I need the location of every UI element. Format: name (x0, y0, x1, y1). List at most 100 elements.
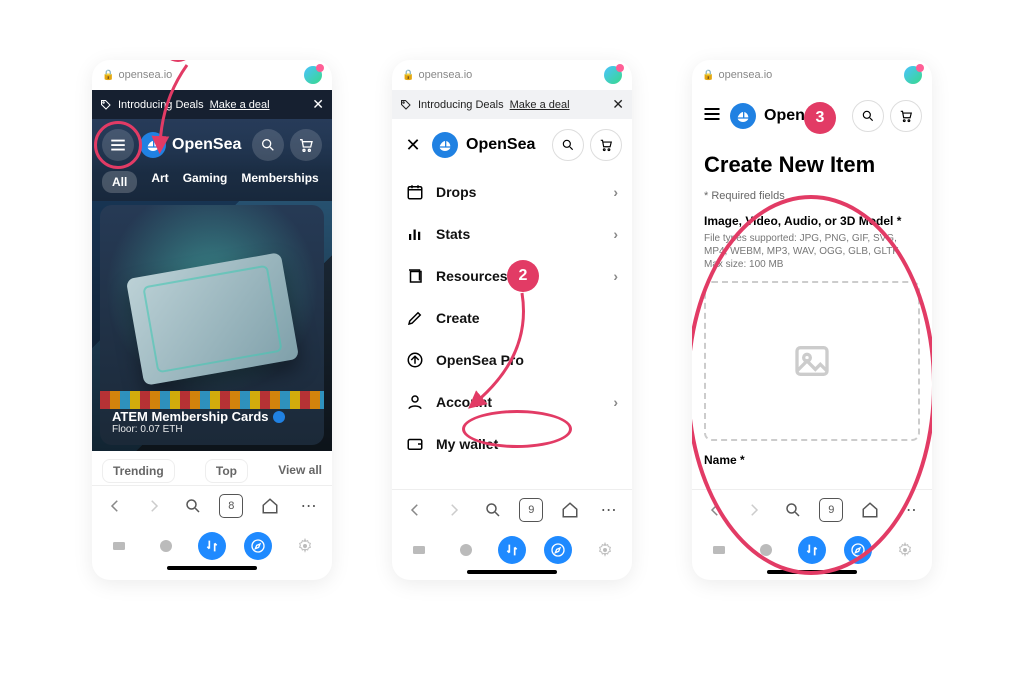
close-icon[interactable]: ✕ (312, 96, 324, 113)
create-item-form: Create New Item * Required fields Image,… (692, 142, 932, 471)
browser-tabs-button[interactable]: 9 (519, 498, 543, 522)
tag-icon (400, 99, 412, 111)
browser-search-button[interactable] (181, 494, 205, 518)
dock-settings-icon[interactable] (291, 532, 319, 560)
browser-home-button[interactable] (258, 494, 282, 518)
phone-screen-2: 🔒 opensea.io Introducing Deals Make a de… (392, 60, 632, 580)
tab-trending[interactable]: Trending (102, 459, 175, 483)
browser-back-button[interactable] (703, 498, 727, 522)
step-badge-2: 2 (507, 260, 539, 292)
browser-back-button[interactable] (103, 494, 127, 518)
browser-profile-icon[interactable] (904, 66, 922, 84)
browser-home-button[interactable] (558, 498, 582, 522)
hamburger-menu-button[interactable] (702, 104, 722, 129)
make-deal-link[interactable]: Make a deal (210, 99, 270, 111)
dock-settings-icon[interactable] (591, 536, 619, 564)
address-bar: 🔒 opensea.io (92, 60, 332, 90)
bottom-dock (392, 530, 632, 568)
home-indicator (167, 566, 257, 570)
page-title: Create New Item (704, 152, 920, 178)
menu-item-label: Drops (436, 184, 476, 200)
pro-icon (406, 351, 424, 369)
dock-clock-icon[interactable] (752, 536, 780, 564)
hamburger-menu-button[interactable] (102, 129, 134, 161)
opensea-logo-icon (140, 132, 166, 158)
brand-text: Open (764, 107, 805, 125)
dock-explore-icon[interactable] (244, 532, 272, 560)
opensea-logo-icon (432, 132, 458, 158)
close-icon[interactable]: ✕ (612, 96, 624, 113)
tab-memberships[interactable]: Memberships (241, 171, 318, 193)
dock-explore-icon[interactable] (544, 536, 572, 564)
name-field-label: Name * (704, 453, 920, 467)
menu-item-opensea-pro[interactable]: OpenSea Pro (398, 339, 626, 381)
chevron-right-icon: › (613, 184, 618, 200)
chevron-right-icon: › (613, 268, 618, 284)
browser-search-button[interactable] (481, 498, 505, 522)
browser-forward-button[interactable] (442, 498, 466, 522)
chevron-right-icon: › (613, 394, 618, 410)
dock-wallet-icon[interactable] (105, 532, 133, 560)
browser-home-button[interactable] (858, 498, 882, 522)
category-tabs: All Art Gaming Memberships (92, 171, 332, 201)
make-deal-link[interactable]: Make a deal (510, 99, 570, 111)
close-menu-button[interactable]: ✕ (402, 135, 424, 156)
browser-more-button[interactable]: ⋯ (897, 498, 921, 522)
dock-wallet-icon[interactable] (405, 536, 433, 564)
browser-search-button[interactable] (781, 498, 805, 522)
address-bar: 🔒 opensea.io (392, 60, 632, 90)
menu-item-label: OpenSea Pro (436, 352, 524, 368)
menu-item-label: Create (436, 310, 480, 326)
floor-price: Floor: 0.07 ETH (112, 424, 285, 435)
hero-section: ATEM Membership Cards Floor: 0.07 ETH (92, 201, 332, 451)
file-upload-dropzone[interactable] (704, 281, 920, 441)
dock-clock-icon[interactable] (152, 532, 180, 560)
wallet-icon (406, 435, 424, 453)
deals-banner: Introducing Deals Make a deal ✕ (392, 90, 632, 119)
dock-explore-icon[interactable] (844, 536, 872, 564)
search-button[interactable] (852, 100, 884, 132)
featured-collection-card[interactable]: ATEM Membership Cards Floor: 0.07 ETH (100, 205, 324, 445)
calendar-icon (406, 183, 424, 201)
menu-item-account[interactable]: Account › (398, 381, 626, 423)
cart-button[interactable] (290, 129, 322, 161)
dock-swap-icon[interactable] (498, 536, 526, 564)
browser-profile-icon[interactable] (604, 66, 622, 84)
pencil-icon (406, 309, 424, 327)
url-text: opensea.io (718, 69, 772, 81)
phone-screen-1: 🔒 opensea.io Introducing Deals Make a de… (92, 60, 332, 580)
view-all-link[interactable]: View all (278, 459, 322, 483)
cart-button[interactable] (590, 129, 622, 161)
dock-settings-icon[interactable] (891, 536, 919, 564)
tab-art[interactable]: Art (151, 171, 168, 193)
browser-tabs-button[interactable]: 9 (819, 498, 843, 522)
browser-tabs-button[interactable]: 8 (219, 494, 243, 518)
dock-clock-icon[interactable] (452, 536, 480, 564)
menu-item-stats[interactable]: Stats › (398, 213, 626, 255)
browser-back-button[interactable] (403, 498, 427, 522)
deals-banner: Introducing Deals Make a deal ✕ (92, 90, 332, 119)
tag-icon (100, 99, 112, 111)
menu-item-create[interactable]: Create (398, 297, 626, 339)
lock-icon: 🔒 (102, 70, 114, 81)
menu-item-my-wallet[interactable]: My wallet (398, 423, 626, 465)
dock-wallet-icon[interactable] (705, 536, 733, 564)
menu-item-label: My wallet (436, 436, 498, 452)
home-indicator (767, 570, 857, 574)
menu-item-drops[interactable]: Drops › (398, 171, 626, 213)
browser-profile-icon[interactable] (304, 66, 322, 84)
dock-swap-icon[interactable] (798, 536, 826, 564)
browser-forward-button[interactable] (742, 498, 766, 522)
search-button[interactable] (552, 129, 584, 161)
dock-swap-icon[interactable] (198, 532, 226, 560)
tab-all[interactable]: All (102, 171, 137, 193)
opensea-logo-icon (730, 103, 756, 129)
cart-button[interactable] (890, 100, 922, 132)
tab-top[interactable]: Top (205, 459, 248, 483)
browser-more-button[interactable]: ⋯ (297, 494, 321, 518)
search-button[interactable] (252, 129, 284, 161)
browser-more-button[interactable]: ⋯ (597, 498, 621, 522)
tab-gaming[interactable]: Gaming (183, 171, 228, 193)
browser-forward-button[interactable] (142, 494, 166, 518)
image-placeholder-icon (792, 341, 832, 381)
